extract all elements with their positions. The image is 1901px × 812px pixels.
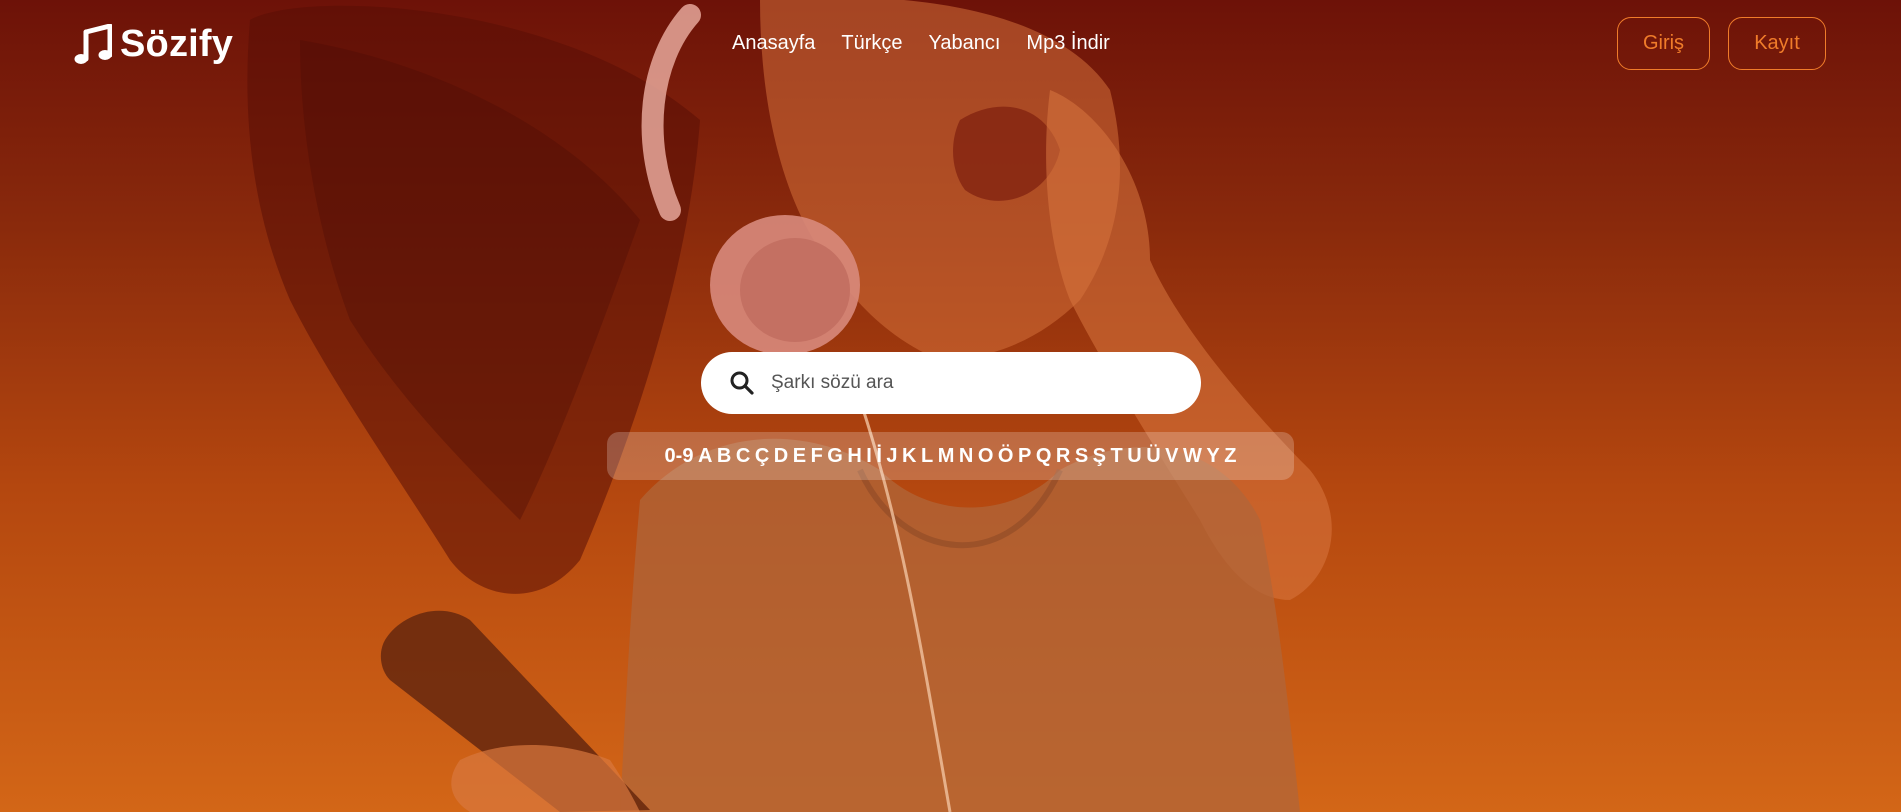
nav-link-turkce[interactable]: Türkçe: [841, 31, 902, 55]
alphabet-letter-link[interactable]: S: [1075, 444, 1088, 468]
auth-buttons: Giriş Kayıt: [1617, 17, 1826, 70]
alphabet-letter-link[interactable]: J: [886, 444, 897, 468]
nav-link-mp3-indir[interactable]: Mp3 İndir: [1026, 31, 1109, 55]
alphabet-letter-link[interactable]: H: [847, 444, 861, 468]
alphabet-letter-link[interactable]: P: [1018, 444, 1031, 468]
alphabet-letter-link[interactable]: E: [793, 444, 806, 468]
alphabet-index: 0-9 A B C Ç D E F G H I İ J K L M N O Ö P Q R S Ş T U Ü V W Y Z: [607, 432, 1294, 480]
main-nav: Anasayfa Türkçe Yabancı Mp3 İndir: [732, 31, 1110, 55]
alphabet-letter-link[interactable]: K: [902, 444, 916, 468]
alphabet-letter-link[interactable]: İ: [876, 444, 882, 468]
alphabet-letter-link[interactable]: Ü: [1146, 444, 1160, 468]
alphabet-letter-link[interactable]: L: [921, 444, 933, 468]
alphabet-letter-link[interactable]: W: [1183, 444, 1202, 468]
alphabet-letter-link[interactable]: B: [717, 444, 731, 468]
alphabet-letter-link[interactable]: Ö: [998, 444, 1014, 468]
alphabet-letter-link[interactable]: Ş: [1093, 444, 1106, 468]
alphabet-letter-link[interactable]: F: [811, 444, 823, 468]
alphabet-letter-link[interactable]: R: [1056, 444, 1070, 468]
brand-name: Sözify: [120, 23, 234, 65]
alphabet-letter-link[interactable]: D: [774, 444, 788, 468]
search-bar: [701, 352, 1201, 414]
nav-link-anasayfa[interactable]: Anasayfa: [732, 31, 815, 55]
alphabet-letter-link[interactable]: 0-9: [665, 444, 694, 468]
top-navigation-bar: Sözify Anasayfa Türkçe Yabancı Mp3 İndir…: [0, 0, 1901, 88]
lyrics-search-input[interactable]: [769, 362, 1193, 404]
search-icon[interactable]: [729, 370, 755, 396]
login-button[interactable]: Giriş: [1617, 17, 1710, 70]
alphabet-letter-link[interactable]: M: [938, 444, 955, 468]
alphabet-letter-link[interactable]: O: [978, 444, 994, 468]
alphabet-letter-link[interactable]: Q: [1036, 444, 1052, 468]
brand-logo[interactable]: Sözify: [74, 22, 233, 66]
alphabet-letter-link[interactable]: T: [1111, 444, 1123, 468]
alphabet-letter-link[interactable]: I: [866, 444, 872, 468]
alphabet-letter-link[interactable]: Y: [1206, 444, 1219, 468]
alphabet-letter-link[interactable]: C: [736, 444, 750, 468]
alphabet-letter-link[interactable]: V: [1165, 444, 1178, 468]
alphabet-letter-link[interactable]: U: [1127, 444, 1141, 468]
alphabet-letter-link[interactable]: Z: [1224, 444, 1236, 468]
hero-section: Sözify Anasayfa Türkçe Yabancı Mp3 İndir…: [0, 0, 1901, 812]
alphabet-letter-link[interactable]: N: [959, 444, 973, 468]
alphabet-letter-link[interactable]: A: [698, 444, 712, 468]
register-button[interactable]: Kayıt: [1728, 17, 1826, 70]
nav-link-yabanci[interactable]: Yabancı: [929, 31, 1001, 55]
music-note-icon: [74, 24, 112, 64]
alphabet-letter-link[interactable]: G: [827, 444, 843, 468]
alphabet-letter-link[interactable]: Ç: [755, 444, 769, 468]
